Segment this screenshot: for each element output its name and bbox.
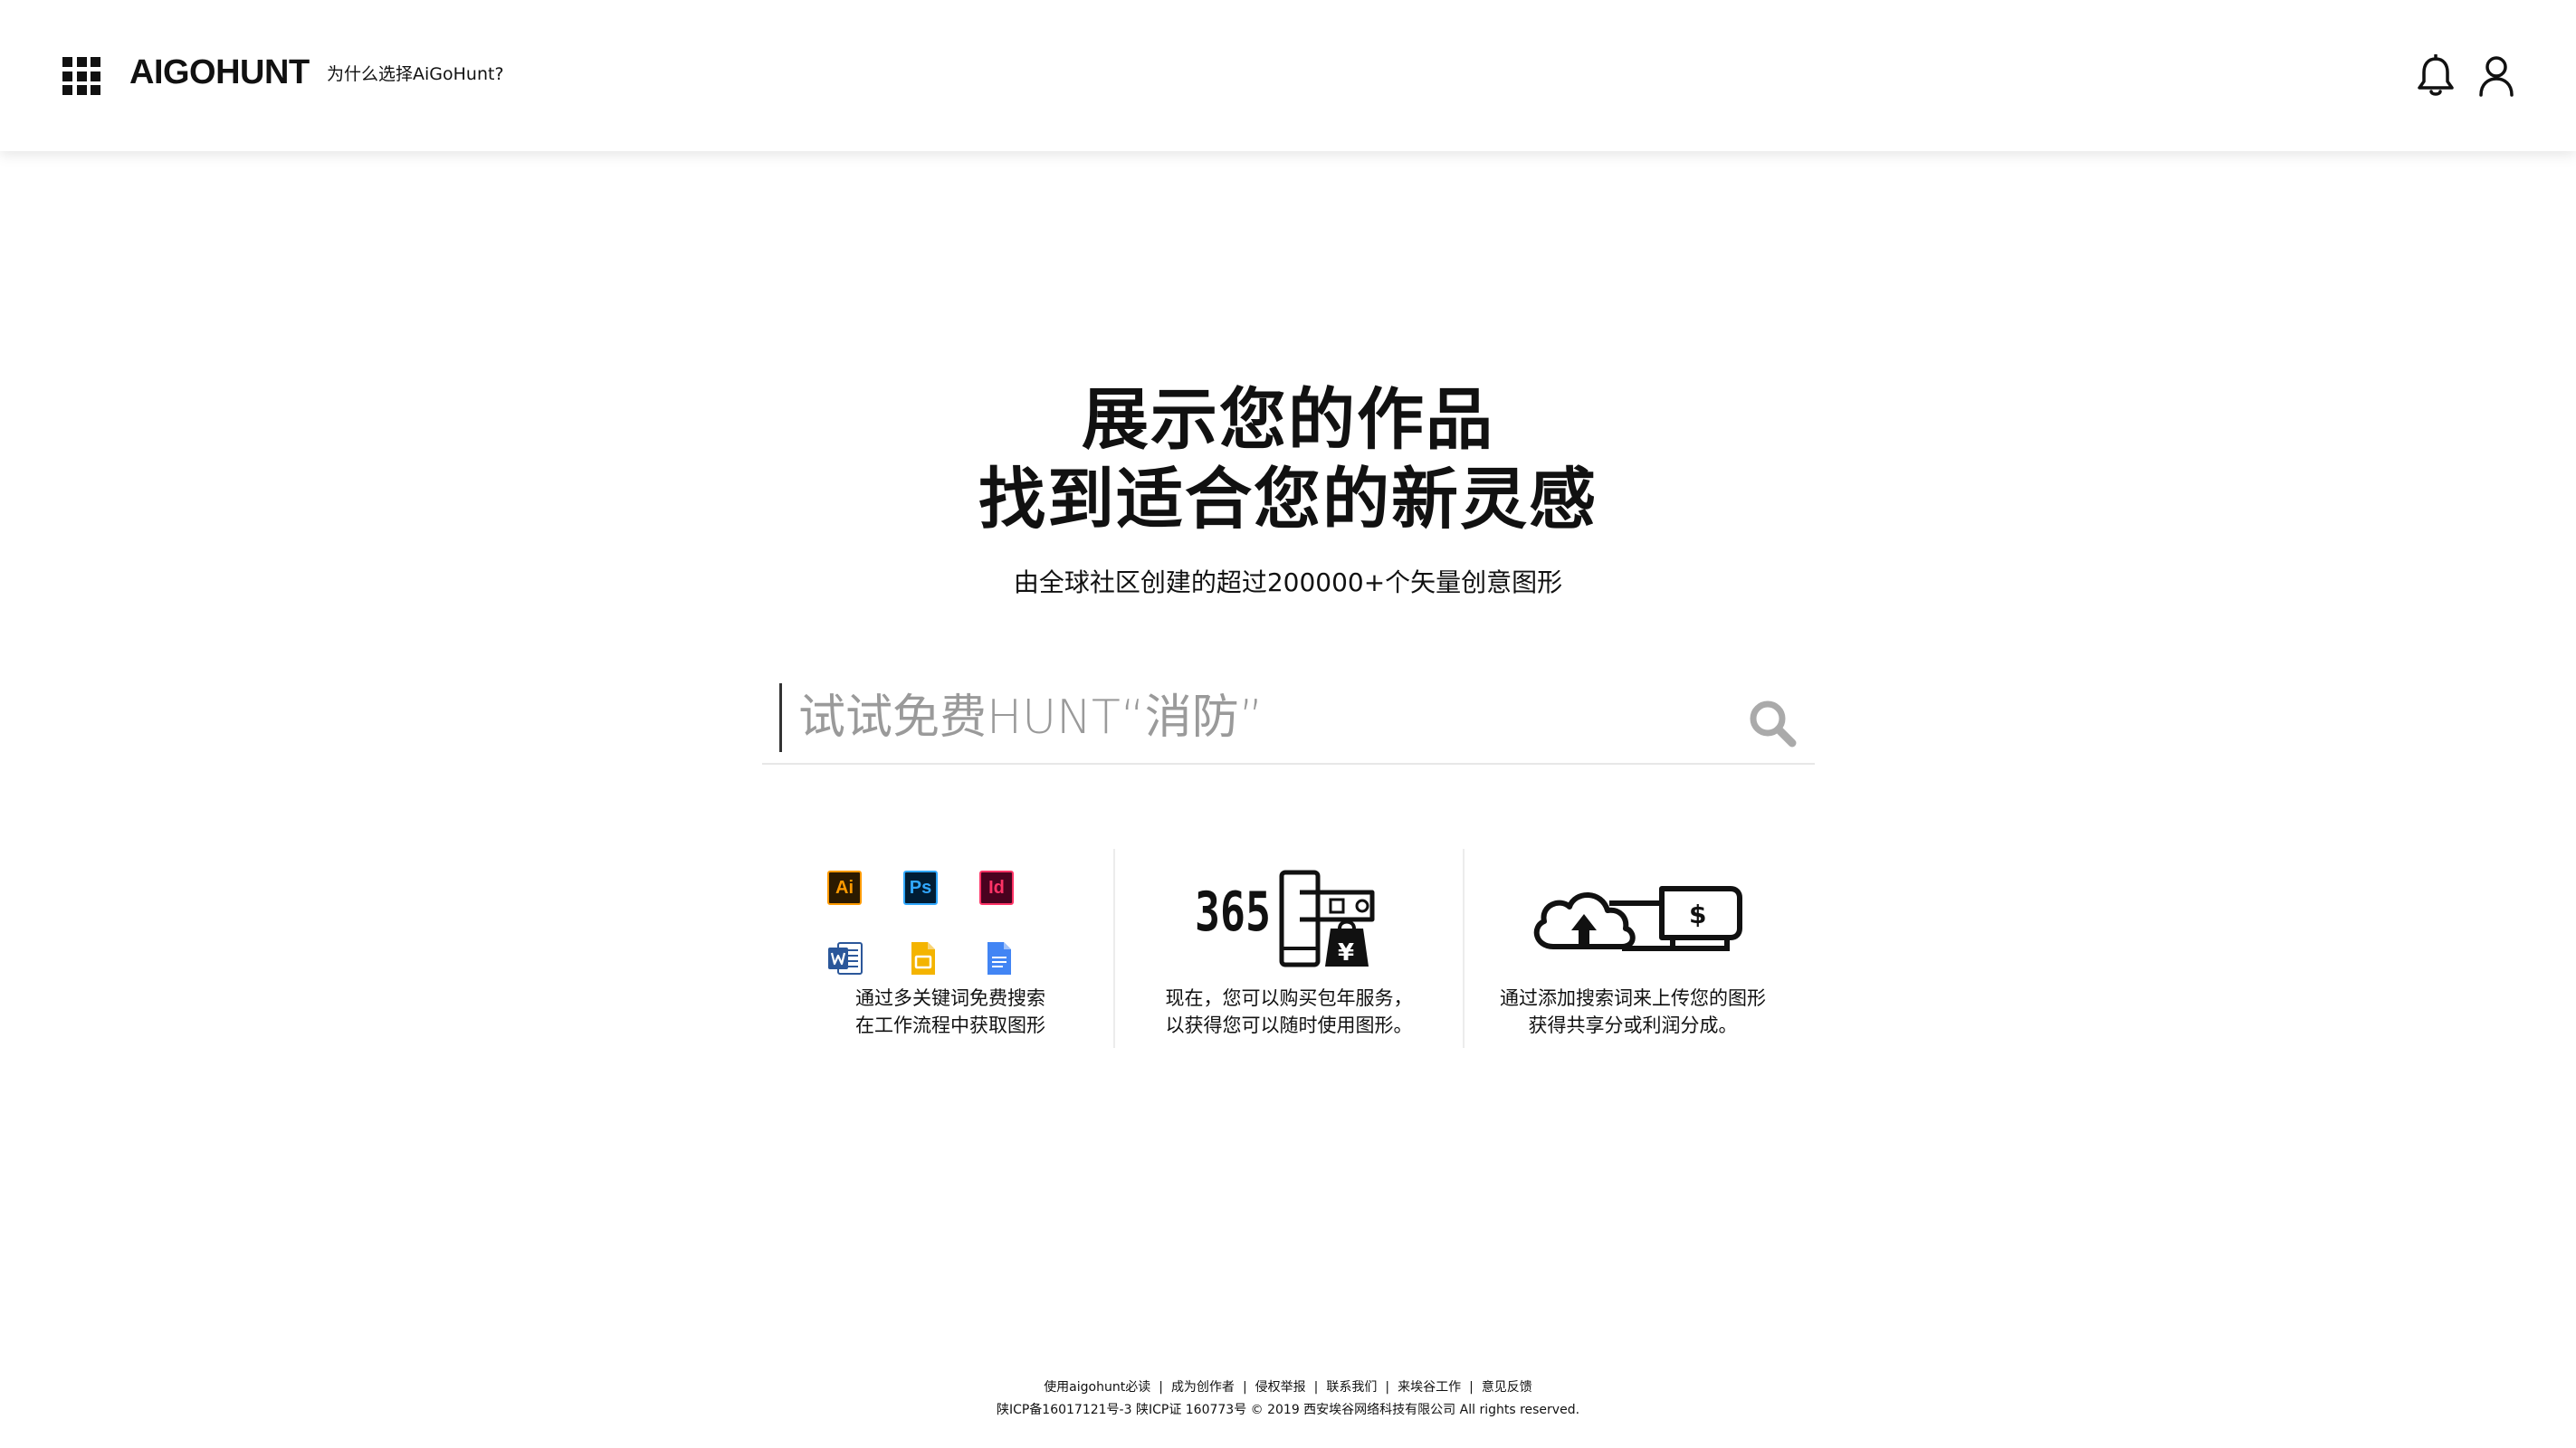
feature-subscription: 365 ¥ 现在，您可以购买包年服务， 以获得您可以随时使用图形。 xyxy=(1113,849,1463,1048)
feature-line: 通过多关键词免费搜索 xyxy=(855,987,1045,1009)
photoshop-badge: Ps xyxy=(903,871,938,905)
feature-subscription-text: 现在，您可以购买包年服务， 以获得您可以随时使用图形。 xyxy=(1115,985,1463,1039)
app-icons-grid: Ai Ps Id xyxy=(827,869,1045,975)
footer-link-contact[interactable]: 联系我们 xyxy=(1326,1380,1377,1395)
footer-link-report[interactable]: 侵权举报 xyxy=(1255,1380,1306,1395)
apps-grid-icon[interactable] xyxy=(62,57,100,95)
feature-line: 以获得您可以随时使用图形。 xyxy=(1165,1015,1413,1036)
docs-icon xyxy=(981,941,1016,976)
feature-upload-text: 通过添加搜索词来上传您的图形 获得共享分或利润分成。 xyxy=(1465,985,1801,1039)
feature-workflow-text: 通过多关键词免费搜索 在工作流程中获取图形 xyxy=(787,985,1113,1039)
footer-link-feedback[interactable]: 意见反馈 xyxy=(1482,1380,1532,1395)
footer-separator: | xyxy=(1159,1380,1163,1395)
feature-line: 现在，您可以购买包年服务， xyxy=(1165,987,1413,1009)
indesign-icon: Id xyxy=(979,871,1014,905)
hero-title-line2: 找到适合您的新灵感 xyxy=(978,461,1598,538)
365-shopping-icon: 365 ¥ xyxy=(1195,870,1375,967)
feature-workflow: Ai Ps Id 通过多关键词免费搜索 在工作流程中获取图形 xyxy=(787,849,1113,1048)
footer-link-jobs[interactable]: 来埃谷工作 xyxy=(1398,1380,1461,1395)
why-choose-link[interactable]: 为什么选择AiGoHunt? xyxy=(327,62,504,87)
hero-title: 展示您的作品 找到适合您的新灵感 xyxy=(0,380,2576,539)
dollar-symbol: $ xyxy=(1689,900,1706,929)
365-label: 365 xyxy=(1195,881,1271,944)
feature-line: 获得共享分或利润分成。 xyxy=(1528,1015,1738,1036)
illustrator-icon: Ai xyxy=(827,871,862,905)
user-icon[interactable] xyxy=(2478,54,2514,98)
footer-link-creator[interactable]: 成为创作者 xyxy=(1171,1380,1235,1395)
hero-title-line1: 展示您的作品 xyxy=(1082,381,1494,459)
features-section: Ai Ps Id 通过多关键词免费搜索 在工作流程中获取图形 365 ¥ 现在，… xyxy=(787,849,1801,1048)
footer-legal: 陕ICP备16017121号-3 陕ICP证 160773号 © 2019 西安… xyxy=(996,1403,1580,1417)
cloud-upload-money-icon: $ xyxy=(1533,886,1742,951)
illustrator-badge: Ai xyxy=(827,871,862,905)
site-logo[interactable]: AIGOHUNT xyxy=(129,51,310,94)
feature-line: 在工作流程中获取图形 xyxy=(855,1015,1045,1036)
feature-upload: $ 通过添加搜索词来上传您的图形 获得共享分或利润分成。 xyxy=(1463,849,1801,1048)
top-header: AIGOHUNT 为什么选择AiGoHunt? xyxy=(0,0,2576,151)
yuan-symbol: ¥ xyxy=(1338,939,1354,967)
footer-separator: | xyxy=(1313,1380,1319,1395)
footer-separator: | xyxy=(1242,1380,1247,1395)
search-bar xyxy=(762,674,1815,765)
footer-separator: | xyxy=(1385,1380,1390,1395)
footer-separator: | xyxy=(1469,1380,1474,1395)
text-cursor xyxy=(779,683,782,752)
bell-icon[interactable] xyxy=(2416,53,2456,98)
search-input[interactable] xyxy=(798,680,1703,756)
slides-icon xyxy=(905,941,940,976)
footer-link-guide[interactable]: 使用aigohunt必读 xyxy=(1044,1380,1150,1395)
search-icon[interactable] xyxy=(1747,698,1798,748)
footer-links: 使用aigohunt必读 | 成为创作者 | 侵权举报 | 联系我们 | 来埃谷工作 | 意见反馈 xyxy=(0,1377,2576,1397)
hero-subtitle: 由全球社区创建的超过200000+个矢量创意图形 xyxy=(1013,567,1563,597)
word-doc-icon xyxy=(827,941,863,976)
photoshop-icon: Ps xyxy=(903,871,938,905)
indesign-badge: Id xyxy=(979,871,1014,905)
feature-line: 通过添加搜索词来上传您的图形 xyxy=(1500,987,1766,1009)
